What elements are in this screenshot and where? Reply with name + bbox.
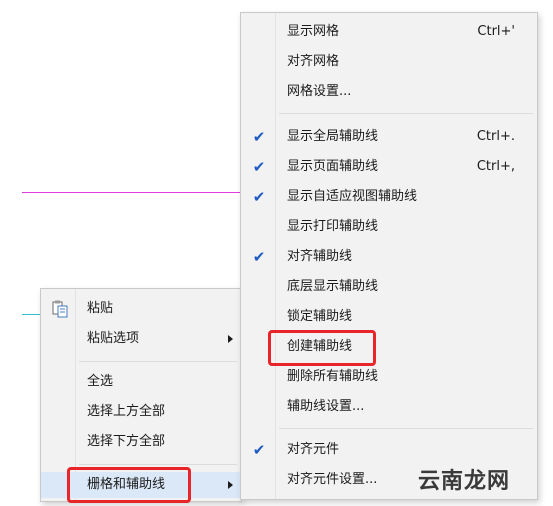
menu-item-label: 粘贴选项 (87, 331, 140, 346)
menu-item-show-grid[interactable]: 显示网格 Ctrl+' (241, 19, 537, 45)
menu-item-label: 删除所有辅助线 (287, 369, 379, 384)
menu-item-label: 对齐元件设置... (287, 472, 378, 487)
menu-item-show-page-guides[interactable]: ✔ 显示页面辅助线 Ctrl+, (241, 154, 537, 180)
menu-item-guides-in-back[interactable]: 底层显示辅助线 (241, 274, 537, 300)
menu-item-paste-options[interactable]: 粘贴选项 (41, 326, 241, 352)
menu-item-label: 显示自适应视图辅助线 (287, 189, 418, 204)
menu-item-paste[interactable]: 粘贴 (41, 296, 241, 322)
menu-separator (79, 361, 237, 362)
page-guide-line (22, 314, 40, 315)
paste-icon (52, 300, 68, 318)
grid-guides-submenu: 显示网格 Ctrl+' 对齐网格 网格设置... ✔ 显示全局辅助线 Ctrl+… (240, 12, 538, 500)
menu-item-label: 网格设置... (287, 84, 352, 99)
highlight-box-grid-and-guides (67, 467, 191, 503)
menu-item-snap-to-grid[interactable]: 对齐网格 (241, 49, 537, 75)
menu-item-label: 锁定辅助线 (287, 309, 353, 324)
menu-item-label: 对齐元件 (287, 442, 340, 457)
menu-item-label: 选择下方全部 (87, 434, 166, 449)
menu-item-label: 选择上方全部 (87, 404, 166, 419)
watermark-text: 云南龙网 (418, 469, 511, 494)
menu-separator (79, 464, 237, 465)
menu-item-label: 对齐辅助线 (287, 249, 353, 264)
menu-item-delete-all-guides[interactable]: 删除所有辅助线 (241, 364, 537, 390)
submenu-arrow-icon (228, 335, 233, 343)
menu-item-lock-guides[interactable]: 锁定辅助线 (241, 304, 537, 330)
menu-item-select-all[interactable]: 全选 (41, 369, 241, 395)
menu-item-label: 显示打印辅助线 (287, 219, 379, 234)
menu-item-label: 显示全局辅助线 (287, 129, 379, 144)
menu-item-shortcut: Ctrl+, (476, 159, 515, 174)
menu-item-label: 辅助线设置... (287, 399, 365, 414)
check-icon: ✔ (252, 248, 266, 266)
menu-separator (279, 113, 533, 114)
submenu-arrow-icon (228, 481, 233, 489)
menu-item-snap-to-guides[interactable]: ✔ 对齐辅助线 (241, 244, 537, 270)
check-icon: ✔ (252, 158, 266, 176)
menu-item-guide-settings[interactable]: 辅助线设置... (241, 394, 537, 420)
menu-item-label: 对齐网格 (287, 54, 340, 69)
menu-item-shortcut: Ctrl+' (477, 24, 515, 39)
menu-item-show-global-guides[interactable]: ✔ 显示全局辅助线 Ctrl+. (241, 124, 537, 150)
check-icon: ✔ (252, 441, 266, 459)
menu-item-label: 粘贴 (87, 301, 114, 316)
check-icon: ✔ (252, 128, 266, 146)
global-guide-line (22, 192, 240, 193)
highlight-box-create-guides (268, 330, 376, 366)
menu-item-shortcut: Ctrl+. (476, 129, 515, 144)
menu-item-label: 显示页面辅助线 (287, 159, 379, 174)
menu-item-label: 显示网格 (287, 24, 340, 39)
menu-item-label: 底层显示辅助线 (287, 279, 379, 294)
menu-item-select-below[interactable]: 选择下方全部 (41, 429, 241, 455)
check-icon: ✔ (252, 188, 266, 206)
menu-item-label: 全选 (87, 374, 114, 389)
menu-item-select-above[interactable]: 选择上方全部 (41, 399, 241, 425)
menu-item-show-adaptive-guides[interactable]: ✔ 显示自适应视图辅助线 (241, 184, 537, 210)
menu-separator (279, 428, 533, 429)
menu-item-snap-to-widgets[interactable]: ✔ 对齐元件 (241, 437, 537, 463)
menu-item-grid-settings[interactable]: 网格设置... (241, 79, 537, 105)
menu-item-show-print-guides[interactable]: 显示打印辅助线 (241, 214, 537, 240)
